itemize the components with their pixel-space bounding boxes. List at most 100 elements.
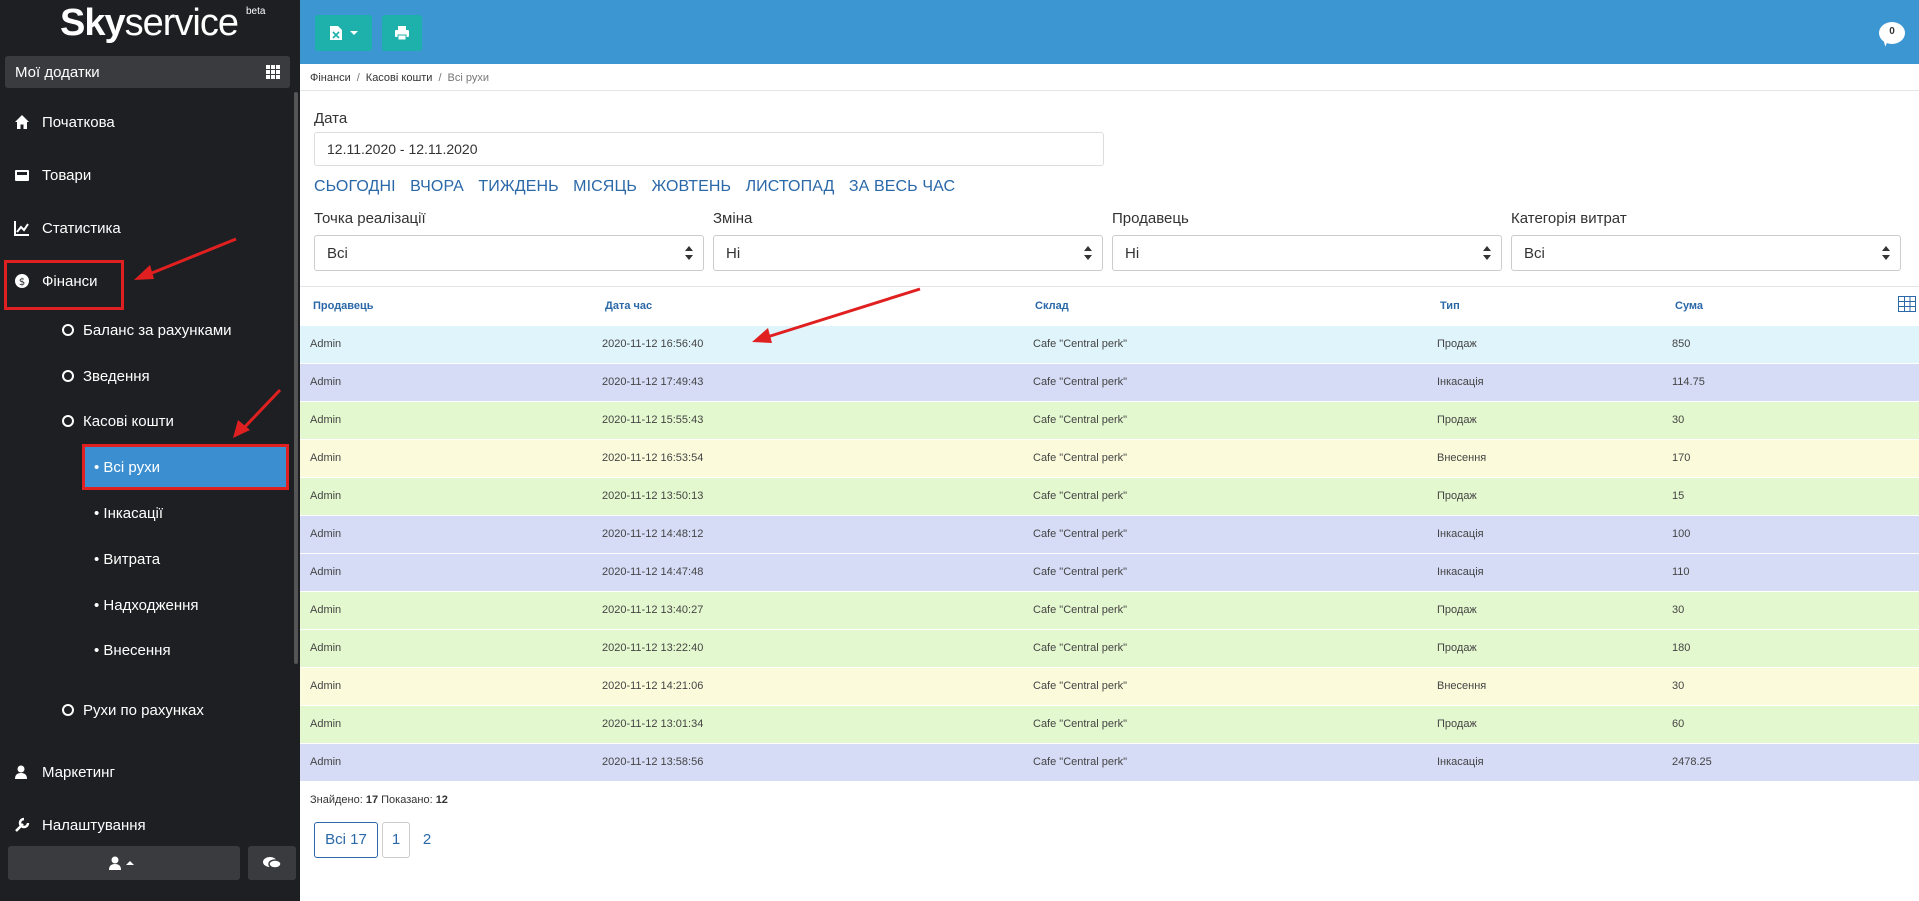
chart-icon <box>14 221 29 236</box>
cell-seller: Admin <box>310 490 342 502</box>
topbar: 0 <box>300 0 1919 64</box>
table-row[interactable]: Admin 2020-11-12 15:55:43 Cafe "Central pe… <box>300 401 1919 439</box>
cell-sum: 110 <box>1672 566 1690 578</box>
col-header-type[interactable]: Тип <box>1440 300 1460 312</box>
pager-page-2[interactable]: 2 <box>416 822 438 858</box>
table-row[interactable]: Admin 2020-11-12 13:01:34 Cafe "Central pe… <box>300 705 1919 743</box>
wrench-icon <box>15 817 30 832</box>
annotation-box-all-movements <box>82 444 289 490</box>
table-row[interactable]: Admin 2020-11-12 17:49:43 Cafe "Central pe… <box>300 363 1919 401</box>
sidebar-item-settings[interactable]: Налаштування <box>0 805 300 845</box>
shown-label: Показано: <box>381 794 433 806</box>
breadcrumb-cash[interactable]: Касові кошти <box>366 72 433 84</box>
sidebar-scrollbar[interactable] <box>294 92 298 664</box>
cell-sum: 30 <box>1672 680 1685 692</box>
user-menu-button[interactable] <box>8 846 240 880</box>
cell-seller: Admin <box>310 376 342 388</box>
table-row[interactable]: Admin 2020-11-12 13:58:56 Cafe "Central pe… <box>300 743 1919 781</box>
cell-seller: Admin <box>310 338 342 350</box>
cell-seller: Admin <box>310 604 342 616</box>
found-label: Знайдено: <box>310 794 363 806</box>
quick-yesterday[interactable]: ВЧОРА <box>410 178 464 195</box>
sidebar-item-account-movements[interactable]: Рухи по рахунках <box>60 693 290 727</box>
print-button[interactable] <box>382 15 422 51</box>
point-select[interactable]: Всі <box>314 235 704 271</box>
seller-select[interactable]: Ні <box>1112 235 1502 271</box>
sidebar-item-goods[interactable]: Товари <box>0 155 300 195</box>
select-caret-icon <box>1483 244 1491 262</box>
home-icon <box>15 115 29 129</box>
seller-label: Продавець <box>1112 210 1189 227</box>
shift-select[interactable]: Ні <box>713 235 1103 271</box>
apps-grid-icon[interactable] <box>266 65 280 79</box>
breadcrumb-finance[interactable]: Фінанси <box>310 72 351 84</box>
cell-type: Інкасація <box>1437 566 1484 578</box>
cell-type: Продаж <box>1437 604 1477 616</box>
sidebar-item-income[interactable]: • Надходження <box>84 585 288 625</box>
table-row[interactable]: Admin 2020-11-12 16:53:54 Cafe "Central pe… <box>300 439 1919 477</box>
cell-seller: Admin <box>310 566 342 578</box>
date-range-input[interactable]: 12.11.2020 - 12.11.2020 <box>314 132 1104 166</box>
sidebar-item-home[interactable]: Початкова <box>0 102 300 142</box>
cell-datetime: 2020-11-12 13:01:34 <box>602 718 704 730</box>
select-caret-icon <box>1882 244 1890 262</box>
shift-select-value: Ні <box>726 245 741 262</box>
col-header-datetime[interactable]: Дата час <box>605 300 652 312</box>
annotation-arrow-first-row <box>752 287 921 343</box>
quick-month[interactable]: МІСЯЦЬ <box>573 178 637 195</box>
col-header-sum[interactable]: Сума <box>1675 300 1703 312</box>
quick-week[interactable]: ТИЖДЕНЬ <box>478 178 558 195</box>
col-header-seller[interactable]: Продавець <box>313 300 374 312</box>
table-row[interactable]: Admin 2020-11-12 13:50:13 Cafe "Central pe… <box>300 477 1919 515</box>
cell-datetime: 2020-11-12 13:22:40 <box>602 642 704 654</box>
table-row[interactable]: Admin 2020-11-12 14:21:06 Cafe "Central pe… <box>300 667 1919 705</box>
sidebar-item-expense[interactable]: • Витрата <box>84 539 288 579</box>
my-apps-label: Мої додатки <box>15 64 100 81</box>
export-button[interactable] <box>315 15 372 51</box>
my-apps-bar[interactable]: Мої додатки <box>5 56 290 88</box>
cell-store: Cafe "Central perk" <box>1033 452 1128 464</box>
quick-today[interactable]: СЬОГОДНІ <box>314 178 396 195</box>
sidebar-item-deposit[interactable]: • Внесення <box>84 630 288 670</box>
quick-all-time[interactable]: ЗА ВЕСЬ ЧАС <box>849 178 955 195</box>
table-row[interactable]: Admin 2020-11-12 13:40:27 Cafe "Central pe… <box>300 591 1919 629</box>
cell-store: Cafe "Central perk" <box>1033 414 1128 426</box>
table-row[interactable]: Admin 2020-11-12 16:56:40 Cafe "Central pe… <box>300 325 1919 363</box>
shown-count: 12 <box>435 794 448 806</box>
quick-october[interactable]: ЖОВТЕНЬ <box>651 178 731 195</box>
point-label: Точка реалізації <box>314 210 426 227</box>
col-header-store[interactable]: Склад <box>1035 300 1069 312</box>
cell-datetime: 2020-11-12 13:50:13 <box>602 490 704 502</box>
support-chat-button[interactable] <box>248 846 296 880</box>
cell-type: Внесення <box>1437 452 1487 464</box>
chat-notification-icon[interactable]: 0 <box>1879 22 1905 44</box>
table-columns-icon[interactable] <box>1898 296 1916 312</box>
table-row[interactable]: Admin 2020-11-12 14:48:12 Cafe "Central pe… <box>300 515 1919 553</box>
circle-icon <box>62 324 74 336</box>
cell-seller: Admin <box>310 528 342 540</box>
pager-page-1[interactable]: 1 <box>382 822 410 858</box>
cell-type: Продаж <box>1437 642 1477 654</box>
table-row[interactable]: Admin 2020-11-12 14:47:48 Cafe "Central pe… <box>300 553 1919 591</box>
sidebar-item-label: • Інкасації <box>94 505 164 522</box>
breadcrumb: Фінанси / Касові кошти / Всі рухи <box>310 72 489 84</box>
logo[interactable]: Skyservice beta <box>0 0 300 52</box>
cell-datetime: 2020-11-12 16:53:54 <box>602 452 704 464</box>
logo-text-bold: Sky <box>60 2 126 44</box>
table-row[interactable]: Admin 2020-11-12 13:22:40 Cafe "Central pe… <box>300 629 1919 667</box>
cell-datetime: 2020-11-12 14:21:06 <box>602 680 704 692</box>
user-icon <box>109 856 134 870</box>
cell-type: Продаж <box>1437 718 1477 730</box>
cell-sum: 100 <box>1672 528 1691 540</box>
cell-sum: 114.75 <box>1672 376 1705 388</box>
sidebar-item-marketing[interactable]: Маркетинг <box>0 752 300 792</box>
print-icon <box>395 26 409 41</box>
expense-category-select[interactable]: Всі <box>1511 235 1901 271</box>
quick-november[interactable]: ЛИСТОПАД <box>746 178 835 195</box>
sidebar-item-balance[interactable]: Баланс за рахунками <box>60 313 290 347</box>
expense-category-value: Всі <box>1524 245 1545 262</box>
sidebar-item-collections[interactable]: • Інкасації <box>84 493 288 533</box>
shift-label: Зміна <box>713 210 753 227</box>
pager-show-all-button[interactable]: Всі 17 <box>314 822 378 858</box>
cell-seller: Admin <box>310 642 342 654</box>
